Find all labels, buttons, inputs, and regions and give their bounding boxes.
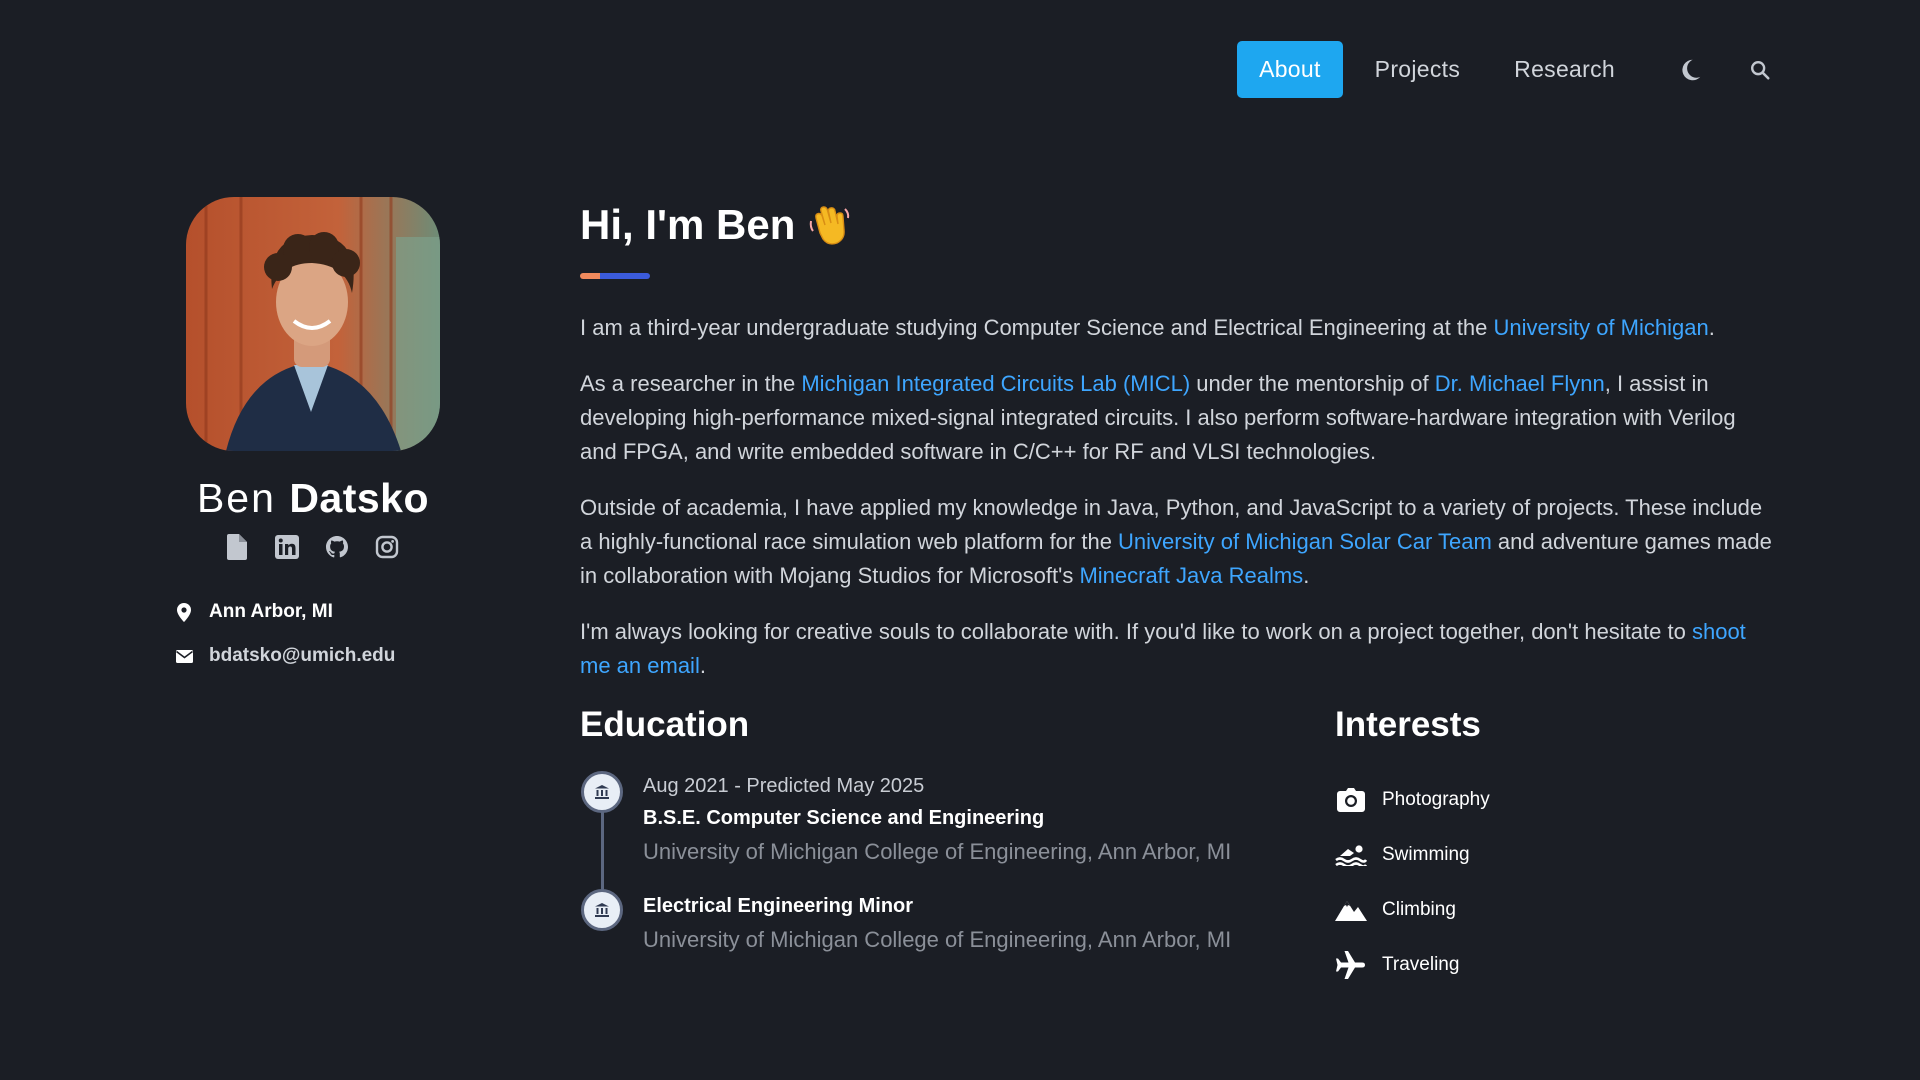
interest-item: Photography	[1335, 772, 1775, 827]
nav-research[interactable]: Research	[1492, 41, 1637, 98]
social-links	[225, 534, 399, 560]
p2-text-b: under the mentorship of	[1190, 371, 1435, 396]
swimmer-icon	[1335, 840, 1367, 870]
search-icon[interactable]	[1745, 55, 1775, 85]
interest-label: Swimming	[1382, 843, 1470, 865]
email-text[interactable]: bdatsko@umich.edu	[209, 645, 395, 667]
link-michael-flynn[interactable]: Dr. Michael Flynn	[1435, 371, 1605, 396]
interest-item: Climbing	[1335, 882, 1775, 937]
intro-paragraph-1: I am a third-year undergraduate studying…	[580, 311, 1775, 345]
plane-icon	[1335, 950, 1367, 980]
avatar	[186, 197, 440, 451]
education-degree: Electrical Engineering Minor	[643, 895, 914, 917]
link-minecraft-realms[interactable]: Minecraft Java Realms	[1079, 563, 1303, 588]
github-icon[interactable]	[325, 534, 349, 560]
intro-heading-text: Hi, I'm Ben	[580, 201, 796, 248]
underline-orange	[580, 273, 600, 279]
education-school: University of Michigan College of Engine…	[643, 839, 1232, 864]
intro-heading: Hi, I'm Ben	[580, 200, 1775, 250]
about-content: Hi, I'm Ben I am a third-year undergradu…	[580, 200, 1775, 992]
interest-label: Traveling	[1382, 953, 1460, 975]
location-text: Ann Arbor, MI	[209, 601, 333, 622]
interest-item: Traveling	[1335, 937, 1775, 992]
interest-label: Climbing	[1382, 898, 1456, 920]
education-item: Aug 2021 - Predicted May 2025 B.S.E. Com…	[580, 771, 1335, 869]
interests-list: Photography Swimming Climbing Traveling	[1335, 772, 1775, 992]
university-icon	[581, 771, 623, 813]
last-name: Datsko	[289, 475, 430, 521]
linkedin-icon[interactable]	[275, 534, 299, 560]
interests-title: Interests	[1335, 705, 1481, 744]
intro-paragraph-3: Outside of academia, I have applied my k…	[580, 491, 1775, 593]
education-title: Education	[580, 705, 750, 744]
camera-icon	[1335, 785, 1367, 815]
university-icon	[581, 889, 623, 931]
instagram-icon[interactable]	[375, 534, 399, 560]
education-interests-row: Education Aug 2021 - Predicted May 2025 …	[580, 703, 1775, 992]
map-pin-icon	[175, 602, 193, 622]
interest-item: Swimming	[1335, 827, 1775, 882]
p1-text-a: I am a third-year undergraduate studying…	[580, 315, 1494, 340]
location: Ann Arbor, MI	[175, 601, 333, 623]
p3-text-c: .	[1303, 563, 1310, 588]
interests-section: Interests Photography Swimming Climbing …	[1335, 703, 1775, 992]
interest-label: Photography	[1382, 788, 1490, 810]
email[interactable]: bdatsko@umich.edu	[175, 645, 395, 667]
underline-blue	[600, 273, 650, 279]
intro-paragraph-2: As a researcher in the Michigan Integrat…	[580, 367, 1775, 469]
top-nav: About Projects Research	[1237, 41, 1775, 98]
link-micl[interactable]: Michigan Integrated Circuits Lab (MICL)	[801, 371, 1190, 396]
waving-hand-icon	[807, 203, 851, 247]
link-solar-car-team[interactable]: University of Michigan Solar Car Team	[1118, 529, 1492, 554]
mountain-icon	[1335, 895, 1367, 925]
link-umich[interactable]: University of Michigan	[1494, 315, 1709, 340]
envelope-icon	[175, 646, 193, 666]
education-section: Education Aug 2021 - Predicted May 2025 …	[580, 703, 1335, 992]
p2-text-a: As a researcher in the	[580, 371, 802, 396]
heading-underline	[580, 273, 1775, 279]
moon-icon[interactable]	[1675, 55, 1705, 85]
education-degree: B.S.E. Computer Science and Engineering	[643, 807, 1045, 829]
p1-text-b: .	[1708, 315, 1715, 340]
intro-paragraph-4: I'm always looking for creative souls to…	[580, 615, 1775, 683]
first-name: Ben	[196, 475, 276, 521]
document-icon[interactable]	[225, 534, 249, 560]
p4-text-a: I'm always looking for creative souls to…	[580, 619, 1692, 644]
education-school: University of Michigan College of Engine…	[643, 927, 1232, 952]
profile-name: Ben Datsko	[160, 475, 466, 522]
nav-projects[interactable]: Projects	[1353, 41, 1482, 98]
education-date: Aug 2021 - Predicted May 2025	[643, 775, 925, 797]
education-timeline: Aug 2021 - Predicted May 2025 B.S.E. Com…	[580, 771, 1335, 957]
p4-text-b: .	[699, 653, 706, 678]
education-item: Electrical Engineering Minor University …	[580, 889, 1335, 957]
nav-about[interactable]: About	[1237, 41, 1343, 98]
